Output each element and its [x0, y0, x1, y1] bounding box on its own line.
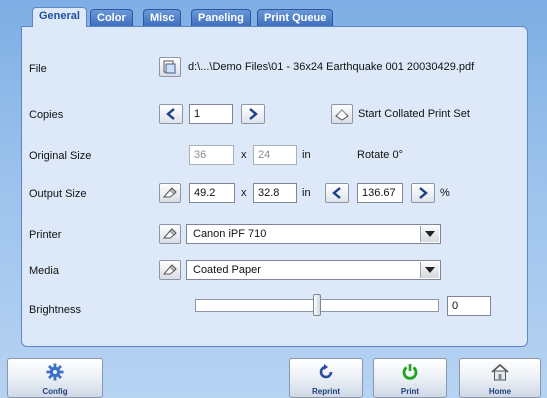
- output-size-x: x: [241, 187, 247, 199]
- home-button[interactable]: Home: [459, 358, 541, 398]
- print-button[interactable]: Print: [373, 358, 447, 398]
- brightness-label: Brightness: [29, 304, 81, 316]
- triangle-down-icon: [425, 267, 435, 273]
- file-label: File: [29, 63, 47, 75]
- print-icon: [402, 364, 418, 380]
- eraser-icon: [163, 228, 177, 239]
- copies-label: Copies: [29, 109, 64, 121]
- printer-select[interactable]: Canon iPF 710: [186, 224, 441, 244]
- copies-increment-button[interactable]: [241, 104, 265, 124]
- media-dropdown-arrow[interactable]: [420, 262, 439, 278]
- media-select[interactable]: Coated Paper: [186, 260, 441, 280]
- output-width-input[interactable]: 49.2: [189, 183, 235, 203]
- edit-media-button[interactable]: [159, 260, 181, 280]
- tab-paneling[interactable]: Paneling: [191, 9, 251, 26]
- chevron-right-icon: [419, 187, 428, 199]
- rotate-label: Rotate 0°: [357, 149, 403, 161]
- media-value: Coated Paper: [193, 264, 261, 276]
- reprint-label: Reprint: [312, 387, 340, 396]
- file-browse-icon: [163, 60, 176, 74]
- browse-file-button[interactable]: [159, 57, 181, 77]
- tab-general[interactable]: General: [32, 7, 87, 27]
- scale-decrement-button[interactable]: [325, 183, 349, 203]
- copies-input[interactable]: 1: [189, 104, 233, 124]
- media-label: Media: [29, 265, 59, 277]
- original-size-unit: in: [302, 149, 311, 161]
- output-height-input[interactable]: 32.8: [253, 183, 297, 203]
- printer-value: Canon iPF 710: [193, 228, 267, 240]
- chevron-right-icon: [249, 108, 258, 120]
- original-height-field: 24: [253, 145, 297, 165]
- home-label: Home: [488, 387, 512, 396]
- config-button[interactable]: Config: [7, 358, 103, 398]
- chevron-left-icon: [332, 187, 341, 199]
- tab-misc[interactable]: Misc: [143, 9, 182, 26]
- edit-printer-button[interactable]: [159, 224, 181, 244]
- gear-icon: [46, 363, 64, 381]
- reprint-button[interactable]: Reprint: [289, 358, 363, 398]
- print-label: Print: [400, 387, 420, 396]
- output-size-unit: in: [302, 187, 311, 199]
- reprint-icon: [319, 364, 333, 379]
- original-width-field: 36: [189, 145, 234, 165]
- printer-dropdown-arrow[interactable]: [420, 226, 439, 242]
- output-size-label: Output Size: [29, 188, 87, 200]
- brightness-input[interactable]: 0: [447, 296, 491, 316]
- collate-label[interactable]: Start Collated Print Set: [358, 104, 470, 124]
- edit-output-size-button[interactable]: [159, 183, 181, 203]
- scale-increment-button[interactable]: [411, 183, 435, 203]
- tab-print-queue[interactable]: Print Queue: [257, 9, 334, 26]
- scale-percent-input[interactable]: 136.67: [357, 183, 403, 203]
- brightness-slider-thumb[interactable]: [313, 294, 321, 316]
- printer-label: Printer: [29, 229, 62, 241]
- collate-button[interactable]: [331, 104, 353, 124]
- eraser-icon: [163, 264, 177, 275]
- original-size-label: Original Size: [29, 150, 92, 162]
- file-path: d:\...\Demo Files\01 - 36x24 Earthquake …: [188, 61, 475, 73]
- eraser-icon: [163, 187, 177, 198]
- config-label: Config: [42, 387, 68, 396]
- percent-sign: %: [440, 187, 450, 199]
- copies-decrement-button[interactable]: [159, 104, 183, 124]
- triangle-down-icon: [425, 231, 435, 237]
- home-icon: [491, 363, 509, 381]
- chevron-left-icon: [166, 108, 175, 120]
- tab-color[interactable]: Color: [90, 9, 133, 26]
- collate-icon: [335, 109, 349, 121]
- original-size-x: x: [241, 149, 247, 161]
